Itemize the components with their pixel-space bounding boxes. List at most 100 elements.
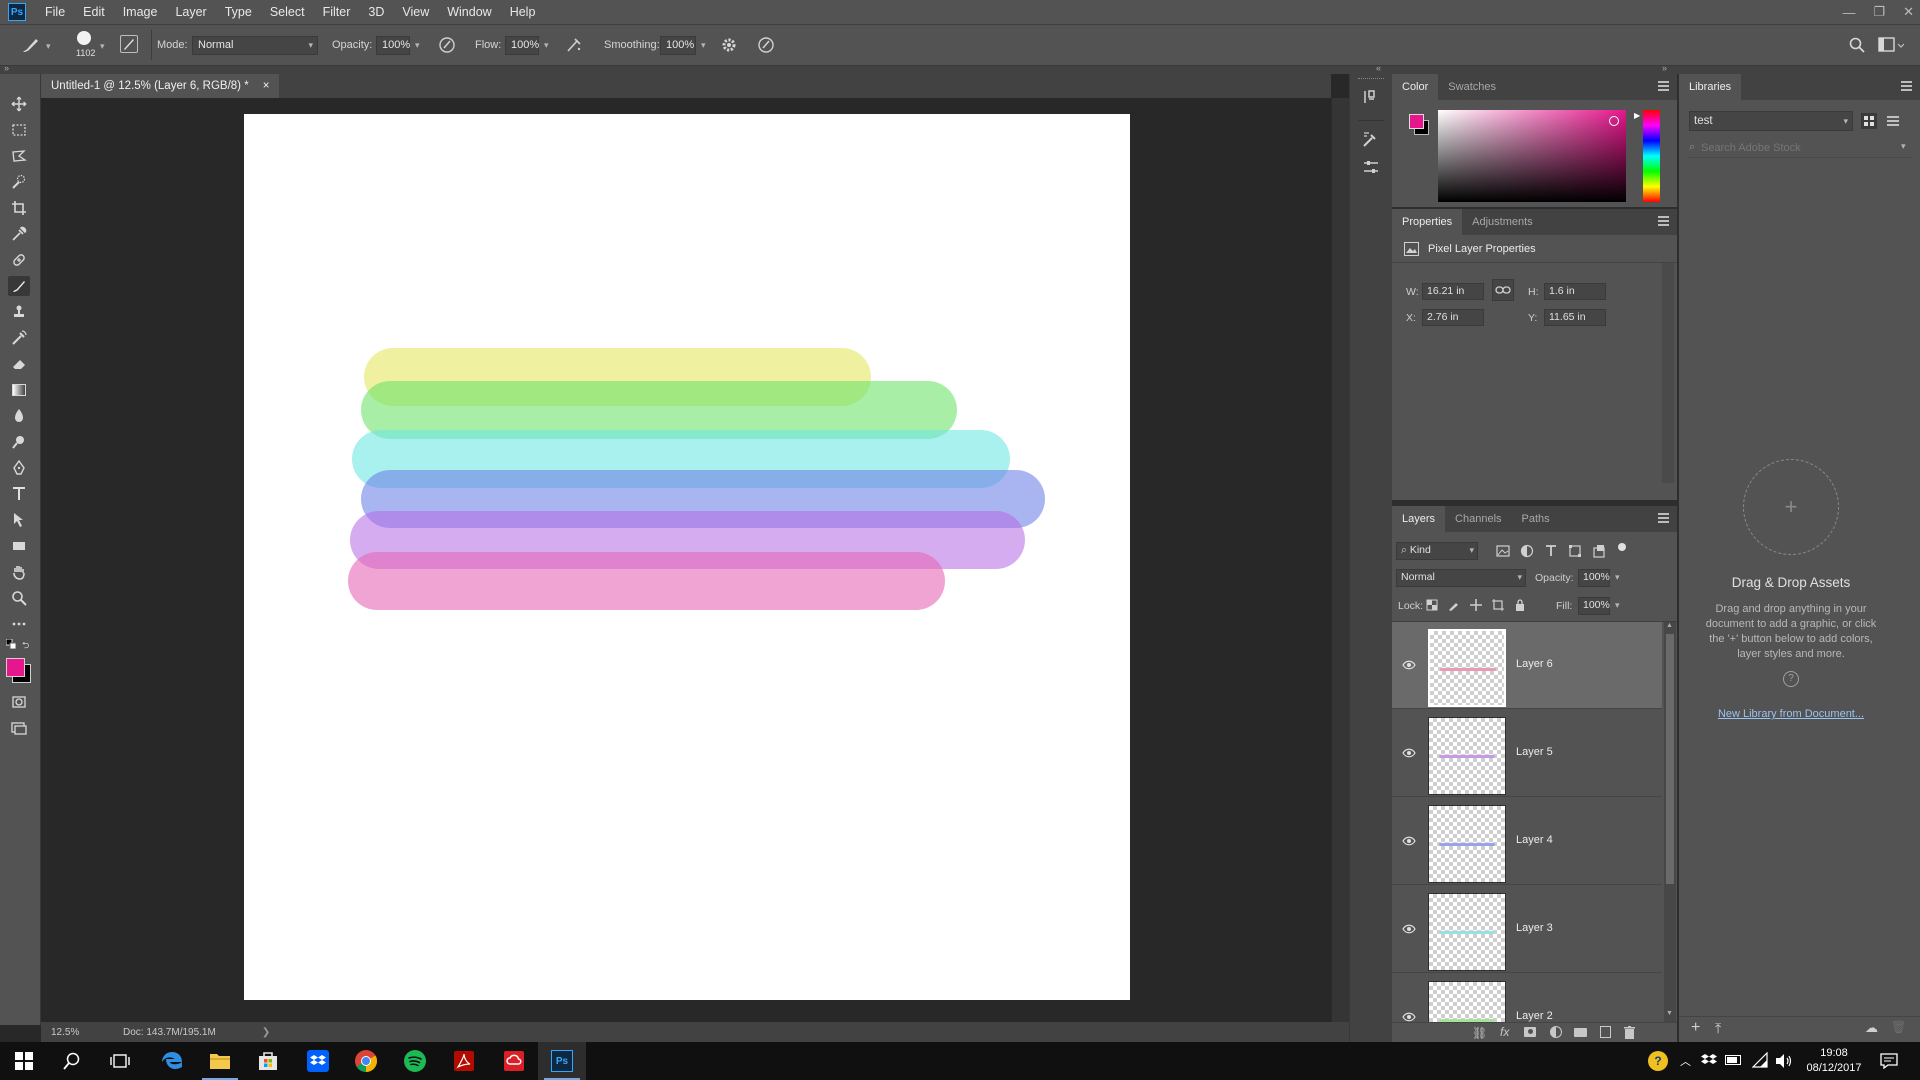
- photoshop-taskbar-icon[interactable]: Ps: [538, 1042, 586, 1080]
- chevron-down-icon[interactable]: ▾: [1615, 600, 1620, 611]
- adjustment-layer-icon[interactable]: [1550, 1026, 1562, 1038]
- dodge-tool-icon[interactable]: [8, 432, 30, 452]
- menu-layer[interactable]: Layer: [166, 0, 215, 24]
- collapse-arrows-icon[interactable]: «: [1376, 63, 1381, 73]
- pen-tool-icon[interactable]: [8, 458, 30, 478]
- quick-selection-icon[interactable]: [8, 172, 30, 192]
- chevron-down-icon[interactable]: ▾: [701, 40, 706, 51]
- layer-row[interactable]: Layer 6: [1392, 622, 1662, 709]
- quick-mask-icon[interactable]: [8, 692, 30, 712]
- spotify-icon[interactable]: [391, 1042, 439, 1080]
- layers-scrollbar-thumb[interactable]: [1666, 634, 1674, 884]
- width-field[interactable]: 16.21 in: [1422, 283, 1484, 300]
- chevron-down-icon[interactable]: ▾: [1901, 141, 1906, 152]
- help-tray-icon[interactable]: ?: [1648, 1051, 1668, 1071]
- store-icon[interactable]: [244, 1042, 292, 1080]
- lock-image-icon[interactable]: [1448, 599, 1460, 611]
- menu-3d[interactable]: 3D: [359, 0, 393, 24]
- panel-menu-icon[interactable]: [1658, 513, 1669, 525]
- x-field[interactable]: 2.76 in: [1422, 309, 1484, 326]
- history-panel-icon[interactable]: [1360, 86, 1382, 108]
- visibility-eye-icon[interactable]: [1402, 1010, 1416, 1022]
- vertical-scrollbar[interactable]: [1331, 98, 1349, 1022]
- filter-adjustment-icon[interactable]: [1520, 544, 1534, 558]
- more-tools-icon[interactable]: [8, 614, 30, 634]
- start-button-icon[interactable]: [0, 1042, 48, 1080]
- clock[interactable]: 19:08 08/12/2017: [1804, 1046, 1864, 1076]
- rectangular-marquee-icon[interactable]: [8, 120, 30, 140]
- tab-adjustments[interactable]: Adjustments: [1462, 209, 1543, 235]
- delete-layer-icon[interactable]: [1624, 1026, 1635, 1039]
- tab-paths[interactable]: Paths: [1512, 506, 1560, 532]
- search-icon[interactable]: [1848, 36, 1866, 54]
- visibility-eye-icon[interactable]: [1402, 834, 1416, 848]
- filter-type-icon[interactable]: [1544, 544, 1558, 558]
- layer-name[interactable]: Layer 6: [1516, 658, 1553, 670]
- layer-thumbnail[interactable]: [1428, 629, 1506, 707]
- airbrush-icon[interactable]: [565, 36, 583, 54]
- layer-name[interactable]: Layer 4: [1516, 834, 1553, 846]
- tab-channels[interactable]: Channels: [1445, 506, 1511, 532]
- add-mask-icon[interactable]: [1524, 1027, 1536, 1037]
- zoom-tool-icon[interactable]: [8, 588, 30, 608]
- lock-all-icon[interactable]: [1514, 599, 1526, 611]
- brush-presets-icon[interactable]: [1360, 128, 1382, 150]
- minimize-icon[interactable]: —: [1842, 5, 1855, 20]
- tab-properties[interactable]: Properties: [1392, 209, 1463, 235]
- healing-brush-icon[interactable]: [8, 250, 30, 270]
- menu-file[interactable]: File: [36, 0, 74, 24]
- layers-scrollbar[interactable]: ▲ ▼: [1664, 622, 1676, 1022]
- layer-thumbnail[interactable]: [1428, 717, 1506, 795]
- close-tab-icon[interactable]: ×: [263, 74, 270, 98]
- chevron-down-icon[interactable]: ▾: [544, 40, 549, 51]
- cloud-sync-icon[interactable]: ☁: [1865, 1020, 1878, 1036]
- action-center-icon[interactable]: [1880, 1053, 1898, 1069]
- properties-scrollbar[interactable]: [1662, 263, 1674, 483]
- library-select[interactable]: test ▾: [1689, 111, 1853, 131]
- new-layer-icon[interactable]: [1600, 1026, 1611, 1038]
- hand-tool-icon[interactable]: [8, 562, 30, 582]
- document-tab[interactable]: Untitled-1 @ 12.5% (Layer 6, RGB/8) * ×: [41, 74, 280, 98]
- chevron-down-icon[interactable]: ▾: [415, 40, 420, 51]
- layer-name[interactable]: Layer 3: [1516, 922, 1553, 934]
- layer-name[interactable]: Layer 5: [1516, 746, 1553, 758]
- chevron-down-icon[interactable]: ▾: [46, 41, 51, 52]
- wifi-icon[interactable]: [1752, 1052, 1768, 1068]
- edge-browser-icon[interactable]: [148, 1042, 196, 1080]
- menu-help[interactable]: Help: [501, 0, 545, 24]
- lasso-tool-icon[interactable]: [8, 146, 30, 166]
- layer-row[interactable]: Layer 3: [1392, 886, 1662, 973]
- flow-field[interactable]: 100%: [505, 36, 539, 55]
- volume-icon[interactable]: [1775, 1053, 1793, 1069]
- layer-opacity-field[interactable]: 100%: [1578, 569, 1610, 587]
- workspace-icon[interactable]: [1878, 37, 1904, 53]
- acrobat-icon[interactable]: [440, 1042, 488, 1080]
- blend-mode-select[interactable]: Normal ▾: [1396, 569, 1526, 587]
- mode-select[interactable]: Normal ▾: [192, 36, 318, 55]
- panel-menu-icon[interactable]: [1658, 216, 1669, 228]
- expand-arrows-icon[interactable]: »: [1662, 63, 1667, 73]
- visibility-eye-icon[interactable]: [1402, 658, 1416, 672]
- rectangle-tool-icon[interactable]: [8, 536, 30, 556]
- history-brush-icon[interactable]: [8, 328, 30, 348]
- scroll-up-icon[interactable]: ▲: [1666, 622, 1673, 629]
- zoom-level[interactable]: 12.5%: [51, 1027, 121, 1038]
- show-hidden-icons-icon[interactable]: ︿: [1680, 1053, 1691, 1069]
- menu-image[interactable]: Image: [114, 0, 167, 24]
- tab-swatches[interactable]: Swatches: [1438, 74, 1506, 100]
- smoothing-settings-gear-icon[interactable]: [720, 36, 738, 54]
- menu-edit[interactable]: Edit: [74, 0, 114, 24]
- add-asset-icon[interactable]: +: [1743, 459, 1839, 555]
- filter-pixel-icon[interactable]: [1496, 544, 1510, 558]
- eraser-icon[interactable]: [8, 354, 30, 374]
- expand-arrows-icon[interactable]: »: [4, 63, 9, 73]
- height-field[interactable]: 1.6 in: [1544, 283, 1606, 300]
- blur-tool-icon[interactable]: [8, 406, 30, 426]
- screen-mode-icon[interactable]: [8, 718, 30, 738]
- layer-name[interactable]: Layer 2: [1516, 1010, 1553, 1022]
- opacity-field[interactable]: 100%: [376, 36, 410, 55]
- color-picker-cursor[interactable]: [1609, 116, 1619, 126]
- tab-libraries[interactable]: Libraries: [1679, 74, 1742, 100]
- dropbox-tray-icon[interactable]: [1701, 1053, 1717, 1067]
- grid-view-icon[interactable]: [1861, 113, 1877, 129]
